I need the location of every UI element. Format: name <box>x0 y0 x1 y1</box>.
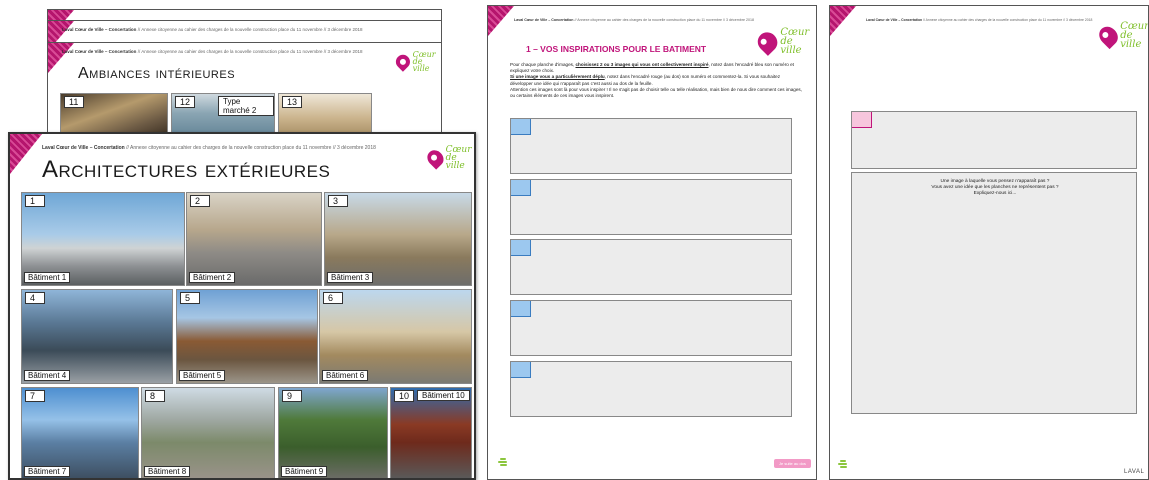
number-box-blue[interactable] <box>511 362 531 378</box>
page-header: Laval Cœur de Ville – Concertation // An… <box>62 27 363 32</box>
inspirations-page: Laval Cœur de Ville – Concertation // An… <box>487 5 817 480</box>
instructions-text: Pour chaque planche d'images, choisissez… <box>510 62 802 99</box>
answer-box-blue[interactable] <box>510 179 792 235</box>
photo-tile: 10 Bâtiment 10 <box>390 387 472 478</box>
green-brand-icon <box>838 458 850 470</box>
corner-decoration <box>488 6 514 36</box>
map-pin-icon <box>393 51 413 72</box>
answer-box-blue[interactable] <box>510 300 792 356</box>
photo-tile: 7 Bâtiment 7 <box>21 387 139 478</box>
architectures-page: Laval Cœur de Ville – Concertation // An… <box>8 132 476 480</box>
answer-box-pink[interactable] <box>851 111 1137 169</box>
photo-tile: 5 Bâtiment 5 <box>176 289 318 384</box>
coeur-de-ville-logo: Cœur de ville <box>753 28 816 56</box>
ambiances-page: Laval Cœur de Ville – Concertation // An… <box>47 42 442 142</box>
number-box-blue[interactable] <box>511 301 531 317</box>
coeur-de-ville-logo: Cœur de ville <box>1095 22 1148 50</box>
photo-tile: 6 Bâtiment 6 <box>319 289 472 384</box>
free-answer-box[interactable]: Une image à laquelle vous pensez n'appar… <box>851 172 1137 414</box>
photo-tile: 8 Bâtiment 8 <box>141 387 275 478</box>
corner-decoration <box>48 43 74 73</box>
corner-decoration <box>10 134 42 174</box>
coeur-de-ville-logo: Cœur de ville <box>393 51 441 73</box>
page-header: Laval Cœur de Ville – Concertation // An… <box>866 18 1093 22</box>
next-page-button[interactable]: Je suite au dos <box>774 459 811 468</box>
answer-box-blue[interactable] <box>510 118 792 174</box>
page-title: Ambiances intérieures <box>78 65 236 82</box>
page-title: Architectures extérieures <box>42 156 331 183</box>
map-pin-icon <box>424 146 447 170</box>
free-answer-prompt: Une image à laquelle vous pensez n'appar… <box>931 179 1059 197</box>
map-pin-icon <box>1095 22 1122 49</box>
photo-tile: 3 Bâtiment 3 <box>324 192 472 286</box>
photo-tile: 9 Bâtiment 9 <box>278 387 388 478</box>
laval-footer-logo: LAVAL <box>1124 469 1145 475</box>
number-box-pink[interactable] <box>852 112 872 128</box>
answer-box-blue[interactable] <box>510 361 792 417</box>
green-brand-icon <box>498 456 510 468</box>
photo-tile: 2 Bâtiment 2 <box>186 192 322 286</box>
page-header: Laval Cœur de Ville – Concertation // An… <box>62 49 363 54</box>
back-page: Laval Cœur de Ville – Concertation // An… <box>829 5 1149 480</box>
corner-decoration <box>830 6 856 36</box>
answer-box-blue[interactable] <box>510 239 792 295</box>
number-box-blue[interactable] <box>511 240 531 256</box>
number-box-blue[interactable] <box>511 119 531 135</box>
page-header: Laval Cœur de Ville – Concertation // An… <box>514 18 754 22</box>
section-title: 1 – VOS INSPIRATIONS POUR LE BATIMENT <box>526 44 707 54</box>
map-pin-icon <box>753 27 782 56</box>
photo-tile: 1 Bâtiment 1 <box>21 192 185 286</box>
number-box-blue[interactable] <box>511 180 531 196</box>
page-header: Laval Cœur de Ville – Concertation // An… <box>42 145 376 151</box>
photo-tile: 4 Bâtiment 4 <box>21 289 173 384</box>
coeur-de-ville-logo: Cœur de ville <box>424 146 474 171</box>
